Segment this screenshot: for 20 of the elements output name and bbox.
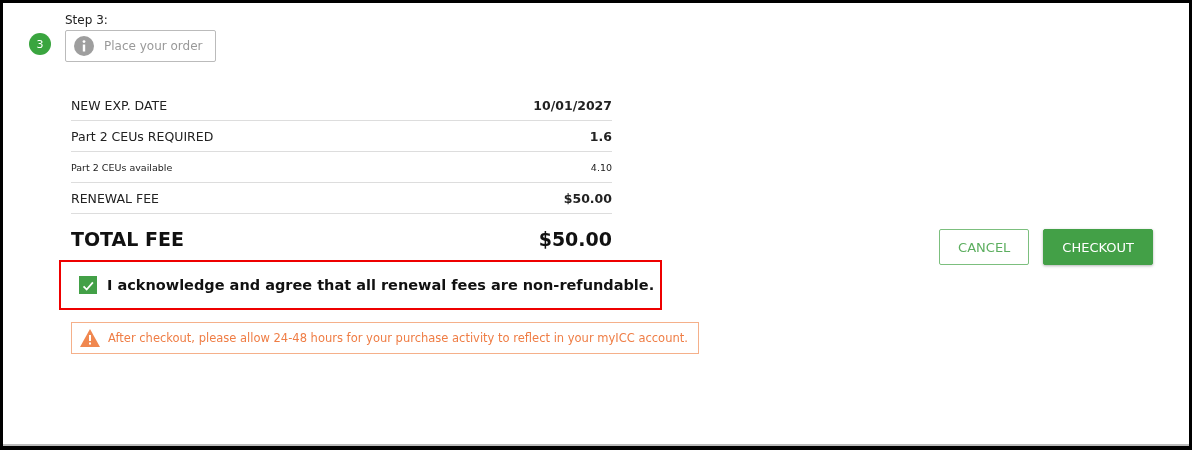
warning-text: After checkout, please allow 24-48 hours for your purchase activity to reflect in your myICC account.	[108, 331, 688, 345]
action-button[interactable]: CANCEL	[939, 229, 1030, 265]
summary-value: 1.6	[589, 128, 612, 144]
action-button[interactable]: CHECKOUT	[1043, 229, 1153, 265]
step-title: Step 3:	[65, 13, 109, 27]
summary-value: $50.00	[538, 228, 612, 250]
summary-label: NEW EXP. DATE	[71, 97, 168, 113]
summary-label: TOTAL FEE	[71, 228, 184, 250]
warning-icon	[80, 329, 100, 347]
summary-label: Part 2 CEUs available	[71, 161, 173, 173]
agreement-text: I acknowledge and agree that all renewal fees are non-refundable.	[107, 277, 655, 293]
step-number-badge: 3	[29, 33, 51, 55]
summary-label: RENEWAL FEE	[71, 190, 159, 206]
summary-value: 4.10	[590, 161, 612, 173]
agreement-checkbox[interactable]	[79, 276, 97, 294]
summary-value: 10/01/2027	[533, 97, 612, 113]
summary-value: $50.00	[563, 190, 612, 206]
info-icon	[74, 36, 94, 56]
step-info-text: Place your order	[104, 39, 203, 53]
summary-label: Part 2 CEUs REQUIRED	[71, 128, 214, 144]
